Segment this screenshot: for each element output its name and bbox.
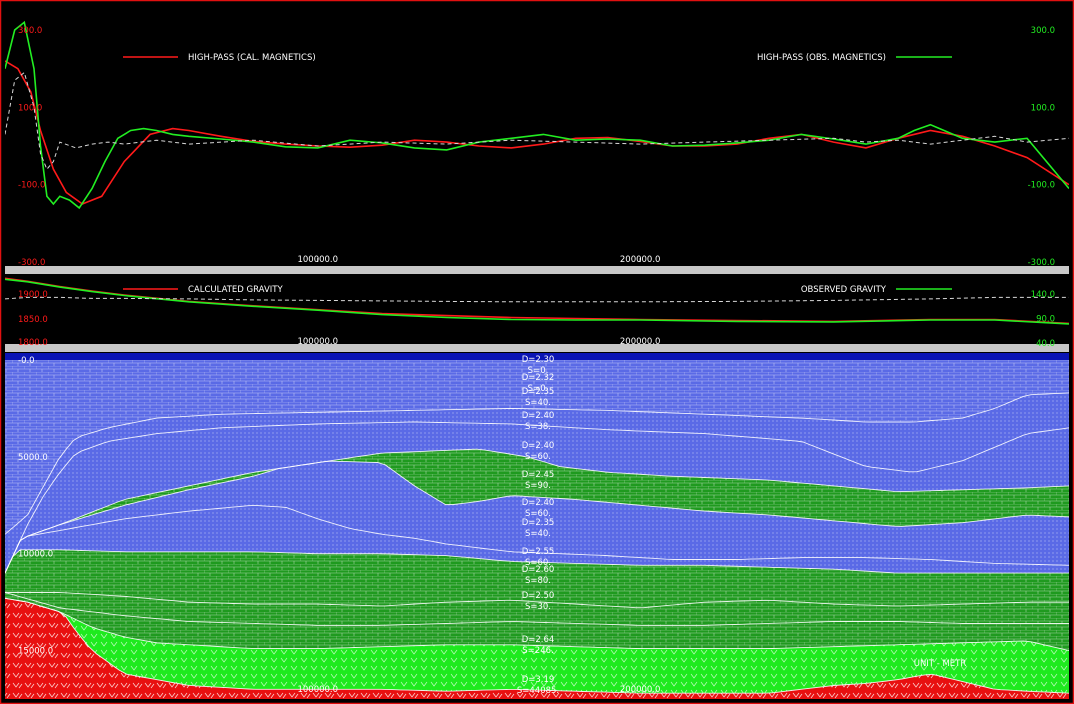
body-susceptibility-label: S=90. <box>525 481 551 491</box>
x-tick-label: 200000.0 <box>620 337 661 347</box>
x-tick-label: 200000.0 <box>620 255 661 265</box>
body-density-label: D=2.32 <box>522 373 555 383</box>
left-y-tick-label: 300.0 <box>18 26 42 36</box>
left-y-tick-label: 1850.0 <box>18 315 48 325</box>
plot-canvas: 100000.0 200000.0 300.0 100.0 -100.0 -300.0 30… <box>0 0 1074 704</box>
depth-tick-label: -0.0 <box>18 356 35 366</box>
panel-separator <box>5 266 1069 274</box>
right-y-tick-label: 140.0 <box>1031 290 1055 300</box>
body-susceptibility-label: S=60. <box>525 452 551 462</box>
body-susceptibility-label: S=30. <box>525 602 551 612</box>
series-line-obs <box>5 20 1069 210</box>
body-density-label: D=2.35 <box>522 518 555 528</box>
body-susceptibility-label: S=44085. <box>517 686 559 696</box>
gravity-axes: 100000.0 200000.0 1900.0 1850.0 1800.0 140.0 9… <box>18 285 1055 349</box>
x-tick-label: 100000.0 <box>297 255 338 265</box>
magnetics-panel <box>5 20 1069 210</box>
body-density-label: D=2.60 <box>522 565 555 575</box>
x-tick-label: 100000.0 <box>297 337 338 347</box>
body-susceptibility-label: S=38. <box>525 422 551 432</box>
gravity-panel <box>5 277 1069 325</box>
figure: 100000.0 200000.0 300.0 100.0 -100.0 -300.0 30… <box>0 0 1074 704</box>
left-y-tick-label: 1800.0 <box>18 338 48 348</box>
legend-obs-label: OBSERVED GRAVITY <box>801 285 887 295</box>
left-y-tick-label: 1900.0 <box>18 290 48 300</box>
right-y-tick-label: -300.0 <box>1028 258 1055 268</box>
body-susceptibility-label: S=40. <box>525 529 551 539</box>
left-y-tick-label: -100.0 <box>18 181 45 191</box>
right-y-tick-label: 40.0 <box>1036 339 1055 349</box>
right-y-tick-label: -100.0 <box>1028 181 1055 191</box>
left-y-tick-label: 100.0 <box>18 103 42 113</box>
body-density-label: D=2.45 <box>522 470 555 480</box>
body-density-label: D=2.40 <box>522 411 555 421</box>
body-density-label: D=2.40 <box>522 441 555 451</box>
body-density-label: D=2.30 <box>522 355 555 365</box>
series-line-calc <box>5 277 1069 325</box>
unit-note: UNIT - METR <box>914 659 967 669</box>
legend-calc-label: CALCULATED GRAVITY <box>188 285 283 295</box>
depth-tick-label: 5000.0 <box>18 453 48 463</box>
depth-tick-label: 15000.0 <box>18 647 53 657</box>
right-y-tick-label: 100.0 <box>1031 103 1055 113</box>
depth-tick-label: 10000.0 <box>18 550 53 560</box>
body-density-label: D=2.35 <box>522 387 555 397</box>
left-y-tick-label: -300.0 <box>18 258 45 268</box>
body-density-label: D=2.40 <box>522 498 555 508</box>
x-tick-label: 100000.0 <box>297 685 338 695</box>
right-y-tick-label: 90.0 <box>1036 315 1055 325</box>
body-susceptibility-label: S=246. <box>522 646 553 656</box>
body-density-label: D=2.64 <box>522 635 555 645</box>
magnetics-axes: 100000.0 200000.0 300.0 100.0 -100.0 -300.0 30… <box>18 26 1055 268</box>
series-line-dashed <box>5 71 1069 171</box>
body-density-label: D=2.55 <box>522 547 555 557</box>
panel-separator <box>5 344 1069 352</box>
x-tick-label: 200000.0 <box>620 685 661 695</box>
body-susceptibility-label: S=40. <box>525 398 551 408</box>
right-y-tick-label: 300.0 <box>1031 26 1055 36</box>
legend-calc-label: HIGH-PASS (CAL. MAGNETICS) <box>188 53 316 63</box>
body-density-label: D=3.19 <box>522 675 555 685</box>
legend-obs-label: HIGH-PASS (OBS. MAGNETICS) <box>757 53 886 63</box>
body-density-label: D=2.50 <box>522 591 555 601</box>
body-susceptibility-label: S=80. <box>525 576 551 586</box>
